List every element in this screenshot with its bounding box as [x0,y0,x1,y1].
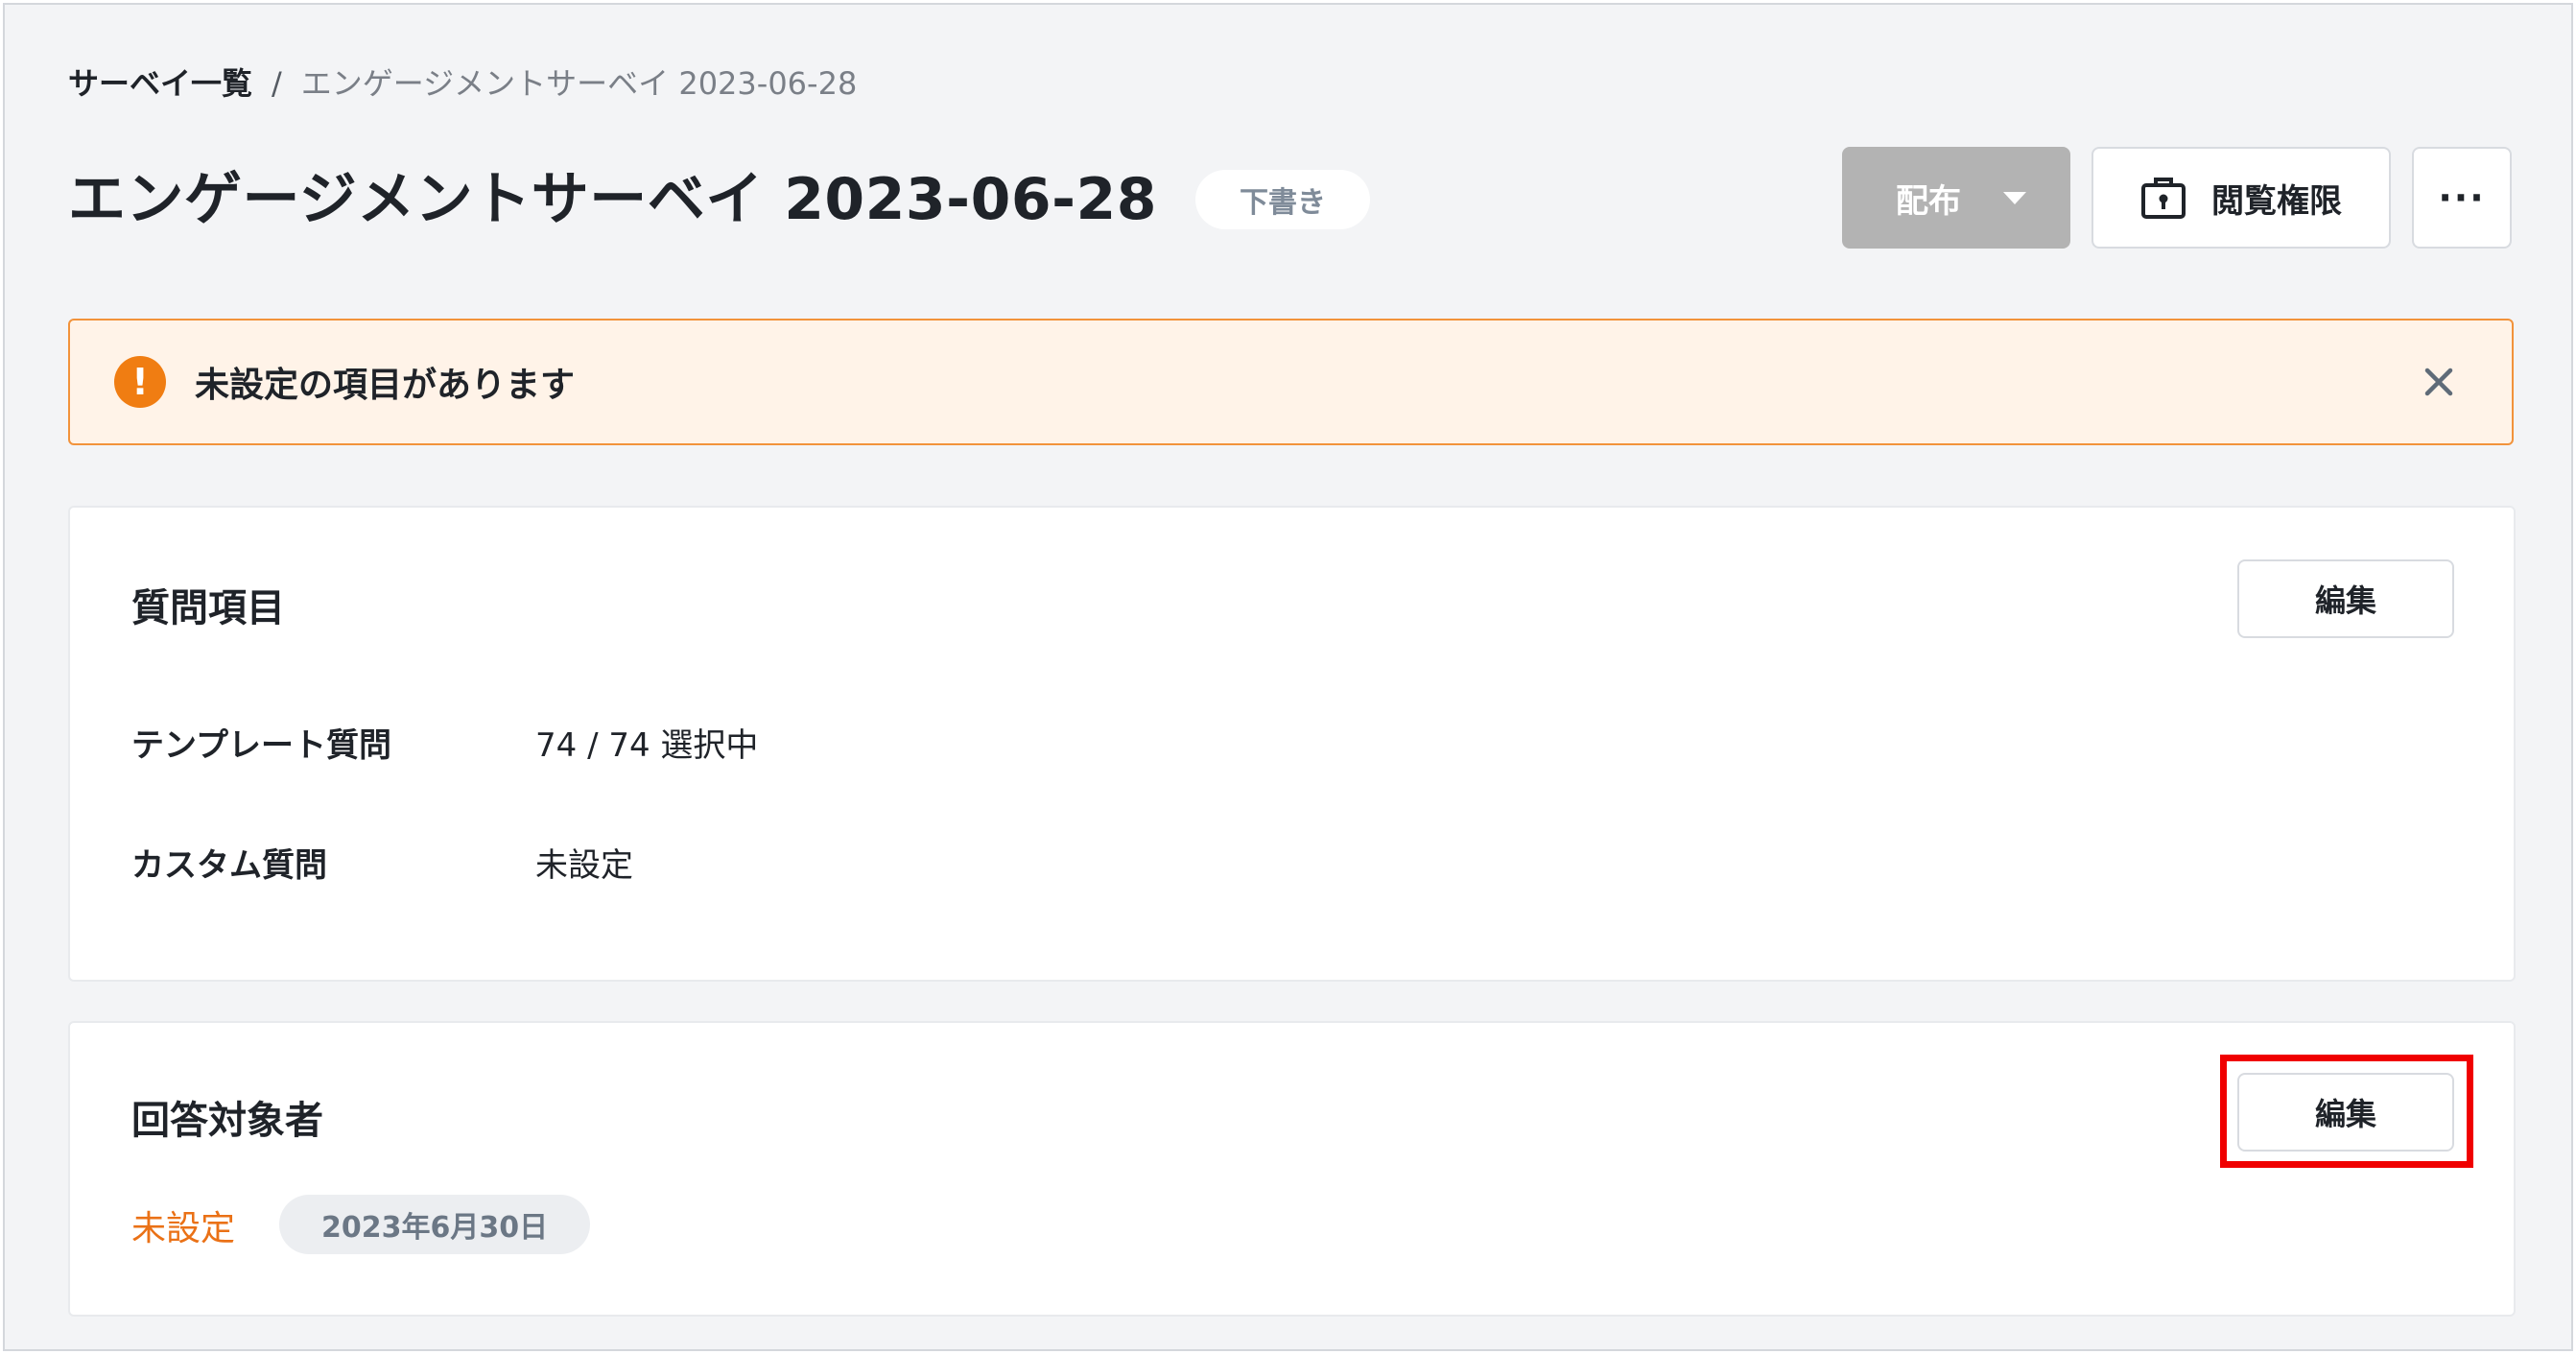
questions-card: 質問項目 編集 テンプレート質問 74 / 74 選択中 カスタム質問 未設定 [68,506,2516,982]
warning-alert: ! 未設定の項目があります [68,319,2514,445]
respondents-card: 回答対象者 編集 未設定 2023年6月30日 [68,1021,2516,1317]
page-title: エンゲージメントサーベイ 2023-06-28 [68,166,1157,233]
respondents-date-chip: 2023年6月30日 [279,1195,591,1254]
distribute-button-label: 配布 [1896,181,1961,221]
respondents-card-title: 回答対象者 [131,1099,323,1143]
questions-edit-button[interactable]: 編集 [2237,559,2454,638]
breadcrumb-survey-list-link[interactable]: サーベイ一覧 [68,64,252,103]
custom-questions-label: カスタム質問 [131,846,327,885]
breadcrumb: サーベイ一覧 / エンゲージメントサーベイ 2023-06-28 [68,64,857,103]
questions-card-title: 質問項目 [131,586,285,630]
header-actions: 配布 閲覧権限 ··· [1842,147,2512,249]
alert-message: 未設定の項目があります [195,366,576,405]
breadcrumb-current: エンゲージメントサーベイ 2023-06-28 [300,65,858,102]
more-options-button[interactable]: ··· [2412,147,2512,249]
template-questions-label: テンプレート質問 [131,726,391,765]
title-row: エンゲージメントサーベイ 2023-06-28 下書き [68,158,1370,241]
template-questions-value: 74 / 74 選択中 [535,726,759,765]
status-badge: 下書き [1194,170,1370,229]
respondents-edit-button[interactable]: 編集 [2237,1073,2454,1152]
distribute-button[interactable]: 配布 [1842,147,2070,249]
exclamation-icon: ! [114,356,166,408]
breadcrumb-separator: / [272,65,282,102]
custom-questions-value: 未設定 [535,846,633,885]
caret-down-icon [2003,191,2026,204]
lock-briefcase-icon [2141,178,2186,219]
respondents-status: 未設定 [131,1209,236,1248]
more-icon: ··· [2438,177,2486,219]
close-icon[interactable] [2420,363,2458,401]
view-permission-label: 閲覧権限 [2211,181,2342,221]
page: サーベイ一覧 / エンゲージメントサーベイ 2023-06-28 エンゲージメン… [3,3,2573,1351]
view-permission-button[interactable]: 閲覧権限 [2092,147,2391,249]
